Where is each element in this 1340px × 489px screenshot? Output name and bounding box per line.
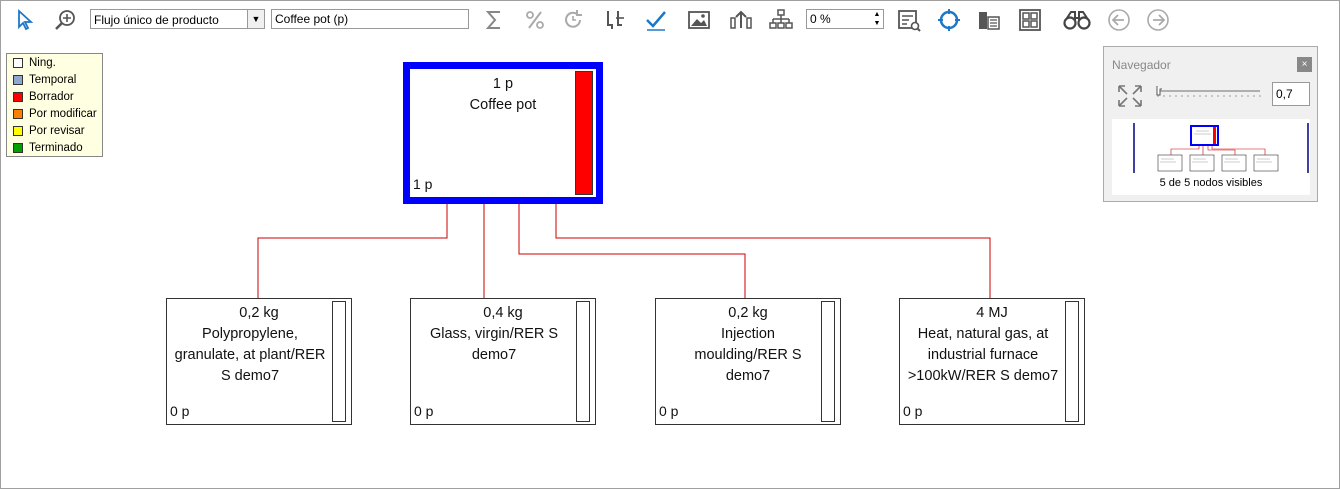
node-quantity: 1 p xyxy=(492,76,514,92)
node-score-bar xyxy=(575,71,593,195)
navigator-panel: Navegador × 0,7 5 de 5 nodos visibles xyxy=(1103,46,1318,202)
node-score-bar xyxy=(576,301,590,422)
node-name: Coffee pot xyxy=(469,97,537,113)
process-node-root[interactable]: 1 p Coffee pot 1 p xyxy=(403,62,603,204)
navigator-status: 5 de 5 nodos visibles xyxy=(1159,177,1263,189)
link-polypropylene xyxy=(257,200,448,298)
navigator-zoom-field[interactable]: 0,7 xyxy=(1272,82,1310,106)
node-name: Heat, natural gas, at industrial furnace… xyxy=(907,326,1059,384)
zoom-slider[interactable] xyxy=(1154,83,1264,103)
node-score-bar xyxy=(1065,301,1079,422)
node-bottom-amount: 0 p xyxy=(414,403,434,419)
node-bottom-amount: 0 p xyxy=(903,403,923,419)
node-name: Glass, virgin/RER S demo7 xyxy=(429,326,559,363)
link-injection xyxy=(518,200,746,298)
node-score-bar xyxy=(332,301,346,422)
node-name: Polypropylene, granulate, at plant/RER S… xyxy=(174,326,326,384)
node-bottom-amount: 0 p xyxy=(170,403,190,419)
node-score-bar xyxy=(821,301,835,422)
node-name: Injection moulding/RER S demo7 xyxy=(694,326,802,384)
minimap-graphic xyxy=(1133,123,1309,173)
node-quantity: 4 MJ xyxy=(976,305,1008,321)
process-node[interactable]: 0,2 kg Polypropylene, granulate, at plan… xyxy=(166,298,352,425)
node-quantity: 0,2 kg xyxy=(239,305,279,321)
node-bottom-amount: 1 p xyxy=(413,176,433,192)
link-heat xyxy=(555,200,991,298)
fit-to-window-icon[interactable] xyxy=(1116,83,1144,109)
navigator-minimap[interactable]: 5 de 5 nodos visibles xyxy=(1112,119,1310,195)
node-bottom-amount: 0 p xyxy=(659,403,679,419)
process-node[interactable]: 0,2 kg Injection moulding/RER S demo7 0 … xyxy=(655,298,841,425)
navigator-title: Navegador xyxy=(1112,58,1171,72)
process-node[interactable]: 4 MJ Heat, natural gas, at industrial fu… xyxy=(899,298,1085,425)
close-icon[interactable]: × xyxy=(1297,57,1312,72)
process-node[interactable]: 0,4 kg Glass, virgin/RER S demo7 0 p xyxy=(410,298,596,425)
node-quantity: 0,2 kg xyxy=(728,305,768,321)
node-quantity: 0,4 kg xyxy=(483,305,523,321)
